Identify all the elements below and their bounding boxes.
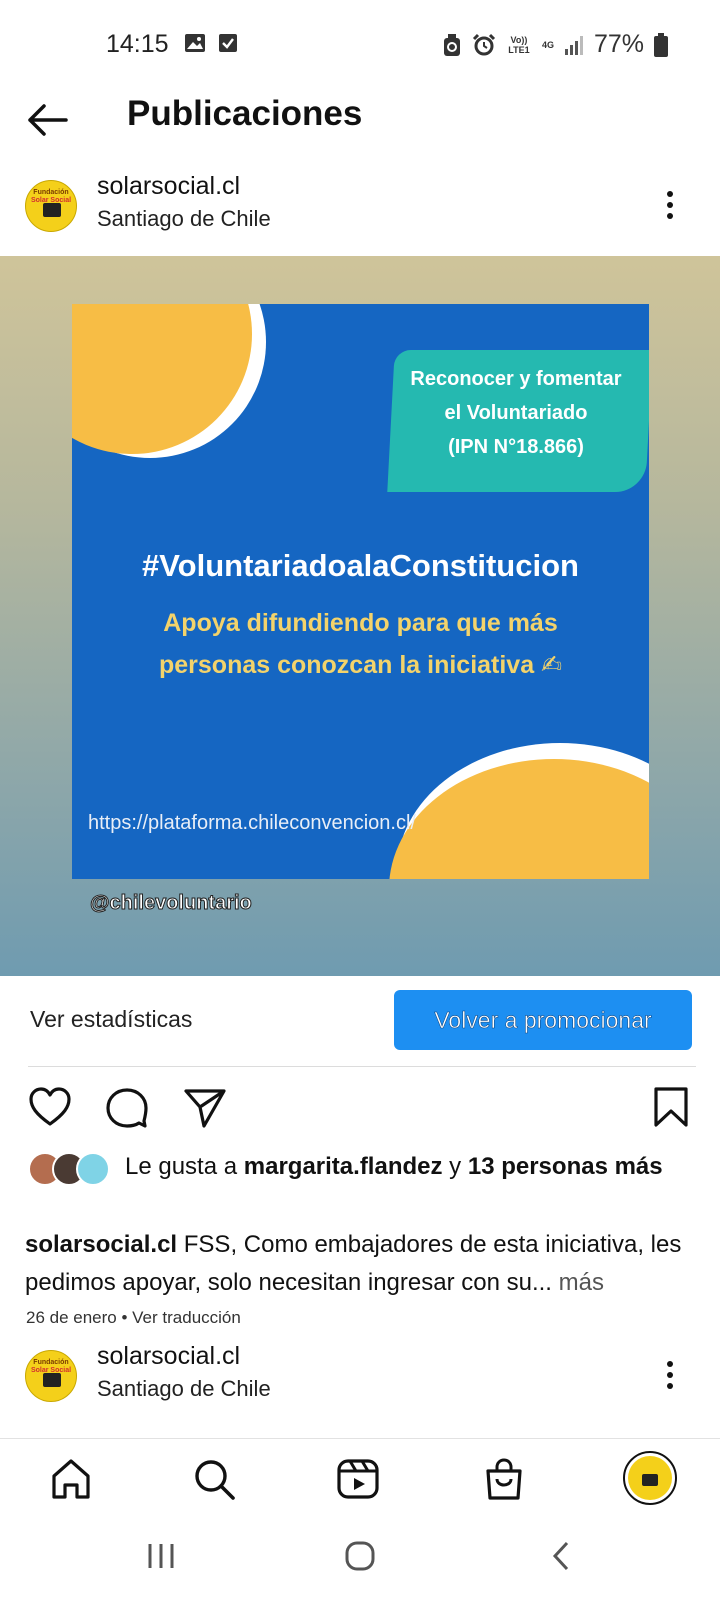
recent-apps-icon[interactable] (146, 1540, 176, 1572)
bottom-nav (0, 1438, 720, 1518)
caption-username[interactable]: solarsocial.cl (25, 1231, 177, 1258)
heart-icon[interactable] (28, 1086, 72, 1128)
translate-link[interactable]: Ver traducción (132, 1308, 241, 1327)
next-post-header: Fundación Solar Social solarsocial.cl Sa… (0, 1338, 720, 1418)
post-location[interactable]: Santiago de Chile (97, 206, 271, 232)
decor-blob-top (72, 304, 252, 454)
checkbox-icon (219, 34, 237, 52)
poster-url: https://plataforma.chileconvencion.cl/ (88, 812, 416, 834)
recycle-icon (443, 33, 460, 56)
post-caption[interactable]: solarsocial.cl FSS, Como embajadores de … (25, 1226, 700, 1302)
liker-avatars (28, 1152, 112, 1186)
post-username[interactable]: solarsocial.cl (97, 172, 240, 201)
shop-icon[interactable] (482, 1457, 526, 1501)
network-indicator: 4G (541, 39, 554, 50)
share-icon[interactable] (183, 1088, 227, 1128)
back-arrow-icon[interactable] (26, 98, 70, 142)
likes-text: Le gusta a margarita.flandez y 13 person… (125, 1153, 663, 1180)
post-location[interactable]: Santiago de Chile (97, 1376, 271, 1402)
divider (28, 1066, 696, 1067)
status-bar: 14:15 Vo)) LTE1 4G 77% (0, 0, 720, 90)
caption-more-link[interactable]: más (552, 1269, 604, 1296)
comment-icon[interactable] (105, 1087, 149, 1129)
home-icon[interactable] (49, 1457, 93, 1501)
reels-icon[interactable] (336, 1457, 380, 1501)
promote-again-button[interactable]: Volver a promocionar (394, 990, 692, 1050)
poster-hashtag: #VoluntariadoalaConstitucion (142, 548, 579, 583)
back-nav-icon[interactable] (550, 1540, 572, 1572)
decor-blob-bottom (389, 759, 649, 879)
avatar[interactable]: Fundación Solar Social (25, 180, 77, 232)
status-time: 14:15 (106, 30, 169, 58)
more-options-icon[interactable] (660, 1358, 680, 1398)
post-username[interactable]: solarsocial.cl (97, 1342, 240, 1371)
signal-icon (564, 35, 583, 55)
volte-indicator: Vo)) LTE1 (508, 34, 530, 55)
post-date: 26 de enero (26, 1308, 117, 1327)
gallery-icon (185, 34, 205, 52)
view-stats-link[interactable]: Ver estadísticas (30, 1006, 192, 1033)
home-button-icon[interactable] (344, 1540, 376, 1572)
battery-icon (654, 32, 668, 57)
app-header: Publicaciones (0, 80, 720, 160)
avatar (76, 1152, 110, 1186)
profile-avatar[interactable] (623, 1451, 677, 1505)
more-options-icon[interactable] (660, 188, 680, 228)
likes-others[interactable]: 13 personas más (468, 1153, 663, 1180)
bookmark-icon[interactable] (653, 1086, 689, 1128)
status-right: Vo)) LTE1 4G 77% (442, 30, 668, 59)
poster-subtitle: Apoya difundiendo para que más personas … (158, 609, 563, 679)
teal-banner-text: Reconocer y fomentar el Voluntariado (IP… (410, 368, 622, 458)
search-icon[interactable] (192, 1457, 236, 1501)
post-image[interactable]: Reconocer y fomentar el Voluntariado (IP… (0, 256, 720, 976)
alarm-icon (472, 33, 495, 55)
page-title: Publicaciones (127, 94, 363, 133)
post-header: Fundación Solar Social solarsocial.cl Sa… (0, 168, 720, 248)
avatar-logo-text: Fundación (33, 189, 69, 196)
liker-username[interactable]: margarita.flandez (244, 1153, 443, 1180)
poster: Reconocer y fomentar el Voluntariado (IP… (72, 304, 649, 879)
post-meta: 26 de enero • Ver traducción (26, 1308, 241, 1327)
system-nav-bar (0, 1518, 720, 1600)
poster-handle: @chilevoluntario (90, 892, 253, 915)
battery-percent: 77% (593, 30, 644, 58)
avatar[interactable]: Fundación Solar Social (25, 1350, 77, 1402)
